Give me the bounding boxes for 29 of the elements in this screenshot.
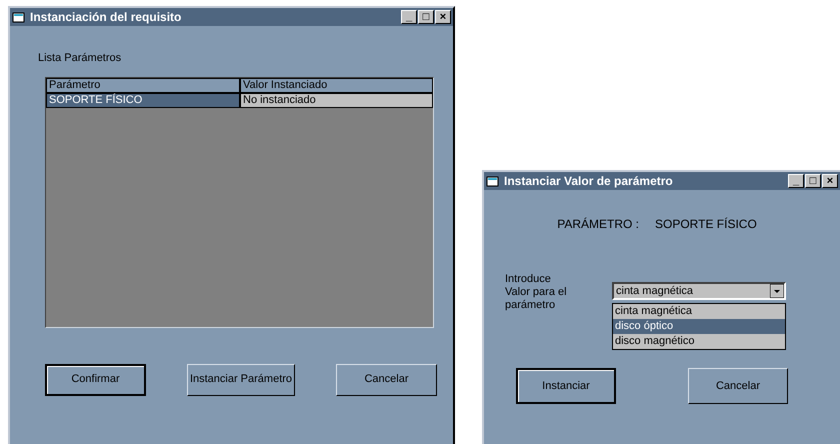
table-cell[interactable]: No instanciado [240,92,433,108]
column-header[interactable]: Valor Instanciado [240,78,433,92]
parameter-label: PARÁMETRO : [557,216,639,233]
minimize-button[interactable]: _ [788,174,804,188]
window-title: Instanciar Valor de parámetro [504,173,673,190]
close-button[interactable]: × [435,10,451,24]
dropdown-option[interactable]: disco óptico [613,319,785,334]
table-cell[interactable]: SOPORTE FÍSICO [46,92,240,108]
window-icon [12,11,26,23]
window-icon [486,175,500,187]
maximize-button[interactable]: □ [418,10,434,24]
dialog-button[interactable]: Cancelar [336,364,437,396]
dropdown-option[interactable]: disco magnético [613,334,785,349]
dropdown-value: cinta magnética [615,284,694,298]
list-label: Lista Parámetros [38,51,122,66]
dropdown-arrow-icon[interactable] [770,284,784,298]
dialog-button[interactable]: Cancelar [688,368,788,404]
dropdown-option[interactable]: cinta magnética [613,304,785,319]
dialog-button[interactable]: Instanciar Parámetro [187,364,295,396]
close-button[interactable]: × [822,174,838,188]
dialog-button[interactable]: Instanciar [516,368,616,404]
dialog-button[interactable]: Confirmar [45,364,146,396]
window-title: Instanciación del requisito [30,9,182,26]
minimize-button[interactable]: _ [401,10,417,24]
value-dropdown[interactable]: cinta magnética [612,282,786,300]
maximize-button[interactable]: □ [805,174,821,188]
value-prompt: Introduce Valor para el parámetro [505,273,568,313]
column-header[interactable]: Parámetro [46,78,240,92]
parameter-value: SOPORTE FÍSICO [655,216,757,233]
